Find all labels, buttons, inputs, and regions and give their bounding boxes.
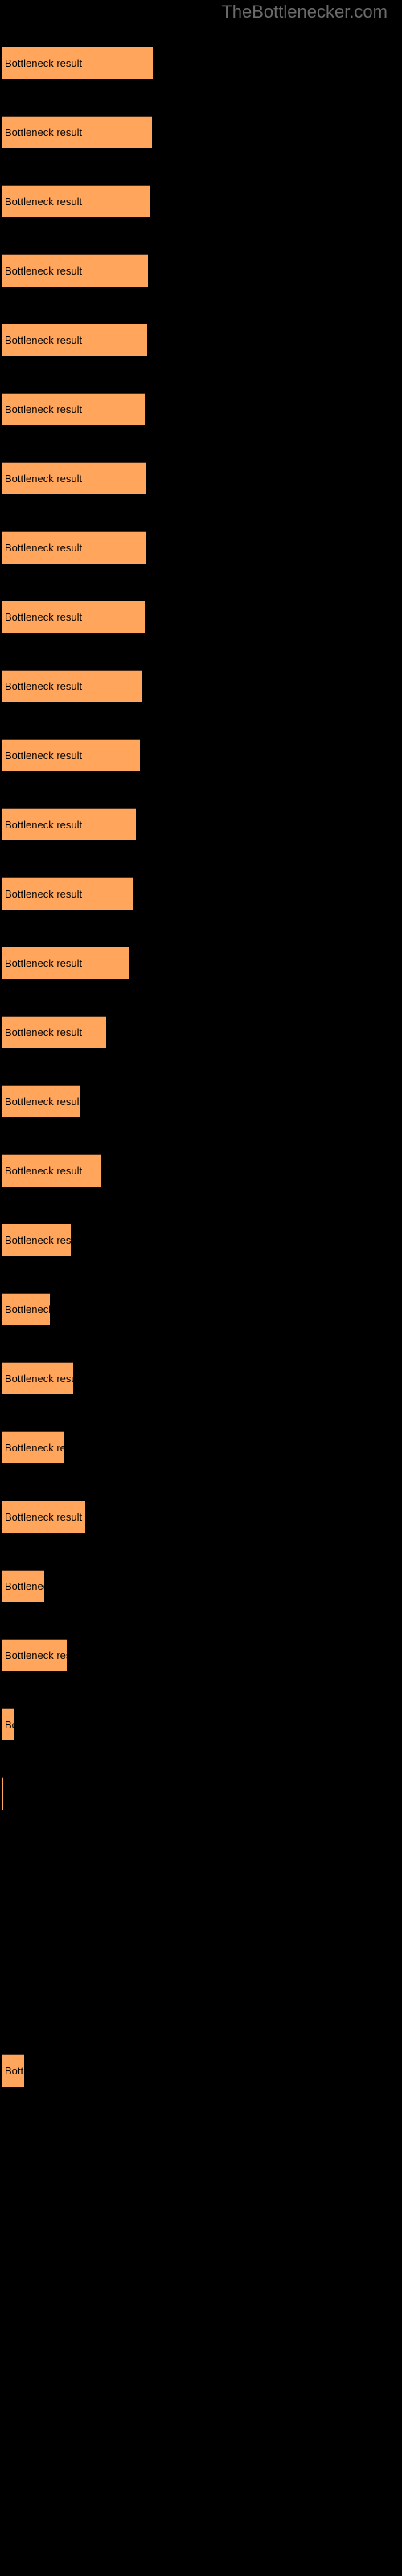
bar-label: Bottleneck result bbox=[5, 1510, 83, 1523]
bar[interactable]: Bottleneck result bbox=[2, 185, 150, 217]
bar[interactable]: Bottleneck result bbox=[2, 1362, 73, 1394]
bar[interactable]: Bottleneck result bbox=[2, 670, 142, 702]
bar-label: Bottleneck result bbox=[5, 264, 83, 277]
bar[interactable]: Bottleneck result bbox=[2, 1085, 80, 1117]
bar-label: Bottleneck result bbox=[5, 195, 83, 208]
bar-row[interactable] bbox=[0, 1985, 402, 2017]
bar-label: Bottleneck result bbox=[5, 56, 83, 69]
bar-row[interactable]: Bottleneck result bbox=[0, 1016, 402, 1048]
bar-row[interactable] bbox=[0, 2401, 402, 2433]
bar-label: Bottleneck result bbox=[5, 818, 83, 831]
bar-row[interactable]: Bottleneck result bbox=[0, 1362, 402, 1394]
bar-label: Bottleneck result bbox=[5, 1372, 73, 1385]
bar-label: Bottleneck result bbox=[5, 1718, 14, 1731]
bar-label: Bottleneck result bbox=[5, 1026, 83, 1038]
bar-label: Bottleneck result bbox=[5, 749, 83, 762]
bar[interactable]: Bottleneck result bbox=[2, 462, 146, 494]
bar-row[interactable]: Bottleneck result bbox=[0, 1777, 402, 1810]
bar-label: Bottleneck result bbox=[5, 1233, 71, 1246]
bar-label: Bottleneck result bbox=[5, 541, 83, 554]
bar-row[interactable] bbox=[0, 2262, 402, 2294]
bar[interactable]: Bottleneck result bbox=[2, 1708, 14, 1740]
bar-row[interactable] bbox=[0, 1916, 402, 1948]
bar-row[interactable]: Bottleneck result bbox=[0, 1570, 402, 1602]
bar-row[interactable] bbox=[0, 1847, 402, 1879]
bar-label: Bottleneck result bbox=[5, 1302, 50, 1315]
bar-label: Bottleneck result bbox=[5, 333, 83, 346]
bar-label: Bottleneck result bbox=[5, 126, 83, 138]
bar-row[interactable]: Bottleneck result bbox=[0, 47, 402, 79]
bar-row[interactable]: Bottleneck result bbox=[0, 739, 402, 771]
bar-row[interactable]: Bottleneck result bbox=[0, 670, 402, 702]
bar-row[interactable]: Bottleneck result bbox=[0, 1501, 402, 1533]
bar[interactable]: Bottleneck result bbox=[2, 877, 133, 910]
site-title: TheBottlenecker.com bbox=[221, 2, 388, 22]
bar-row[interactable]: Bottleneck result bbox=[0, 1639, 402, 1671]
bar-label: Bottleneck result bbox=[5, 1649, 67, 1662]
bar-row[interactable]: Bottleneck result bbox=[0, 462, 402, 494]
bar[interactable]: Bottleneck result bbox=[2, 739, 140, 771]
bar-row[interactable]: Bottleneck result bbox=[0, 1293, 402, 1325]
bar[interactable]: Bottleneck result bbox=[2, 601, 145, 633]
bar[interactable]: Bottleneck result bbox=[2, 47, 153, 79]
bar[interactable]: Bottleneck result bbox=[2, 531, 146, 564]
bar[interactable]: Bottleneck result bbox=[2, 254, 148, 287]
bar-row[interactable]: Bottleneck result bbox=[0, 947, 402, 979]
bar-row[interactable]: Bottleneck result bbox=[0, 324, 402, 356]
bar-row[interactable]: Bottleneck result bbox=[0, 1224, 402, 1256]
bar-row[interactable]: Bottleneck result bbox=[0, 1431, 402, 1463]
bar[interactable]: Bottleneck result bbox=[2, 116, 152, 148]
bar-label: Bottleneck result bbox=[5, 1164, 83, 1177]
bar-label: Bottleneck result bbox=[5, 1095, 80, 1108]
bar-row[interactable]: Bottleneck result bbox=[0, 1085, 402, 1117]
bar[interactable]: Bottleneck result bbox=[2, 1224, 71, 1256]
bar[interactable]: Bottleneck result bbox=[2, 947, 129, 979]
bar-row[interactable] bbox=[0, 2331, 402, 2363]
bar[interactable]: Bottleneck result bbox=[2, 1639, 67, 1671]
bar-row[interactable]: Bottleneck result bbox=[0, 1708, 402, 1740]
bar-label: Bottleneck result bbox=[5, 472, 83, 485]
bar-row[interactable]: Bottleneck result bbox=[0, 254, 402, 287]
bar[interactable]: Bottleneck result bbox=[2, 1016, 106, 1048]
bar-row[interactable]: Bottleneck result bbox=[0, 601, 402, 633]
bar-label: Bottleneck result bbox=[5, 610, 83, 623]
bar[interactable]: Bottleneck result bbox=[2, 1293, 50, 1325]
bar[interactable]: Bottleneck result bbox=[2, 808, 136, 840]
bar[interactable]: Bottleneck result bbox=[2, 393, 145, 425]
bar-row[interactable]: Bottleneck result bbox=[0, 877, 402, 910]
bar-row[interactable]: Bottleneck result bbox=[0, 2054, 402, 2087]
bar-row[interactable] bbox=[0, 2124, 402, 2156]
bar-row[interactable]: Bottleneck result bbox=[0, 116, 402, 148]
bar-label: Bottleneck result bbox=[5, 1579, 44, 1592]
bar-row[interactable] bbox=[0, 2193, 402, 2225]
bottleneck-bar-chart: TheBottlenecker.com Bottleneck result Bot… bbox=[0, 0, 402, 2576]
bar-label: Bottleneck result bbox=[5, 956, 83, 969]
bar[interactable]: Bottleneck result bbox=[2, 1154, 101, 1187]
bar-row[interactable]: Bottleneck result bbox=[0, 185, 402, 217]
bar-label: Bottleneck result bbox=[5, 679, 83, 692]
bar-label: Bottleneck result bbox=[5, 887, 83, 900]
bar-row[interactable] bbox=[0, 2470, 402, 2502]
bar-row[interactable]: Bottleneck result bbox=[0, 393, 402, 425]
bar-row[interactable]: Bottleneck result bbox=[0, 531, 402, 564]
bar[interactable]: Bottleneck result bbox=[2, 324, 147, 356]
bar[interactable]: Bottleneck result bbox=[2, 1431, 64, 1463]
bar-row[interactable]: Bottleneck result bbox=[0, 808, 402, 840]
bar[interactable]: Bottleneck result bbox=[2, 1570, 44, 1602]
bar-label: Bottleneck result bbox=[5, 2064, 24, 2077]
bar[interactable]: Bottleneck result bbox=[2, 2054, 24, 2087]
bar-label: Bottleneck result bbox=[5, 402, 83, 415]
bar[interactable]: Bottleneck result bbox=[2, 1777, 3, 1810]
bar-label: Bottleneck result bbox=[5, 1441, 64, 1454]
bar[interactable]: Bottleneck result bbox=[2, 1501, 85, 1533]
bar-row[interactable]: Bottleneck result bbox=[0, 1154, 402, 1187]
